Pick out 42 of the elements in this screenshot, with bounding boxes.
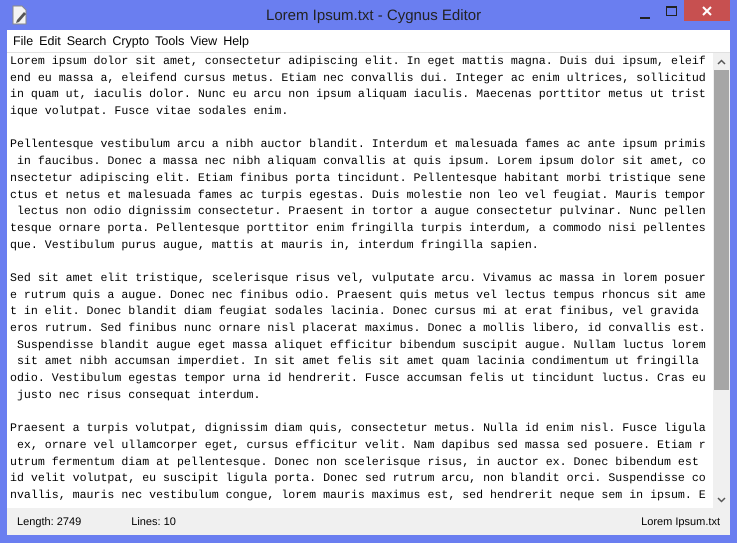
document-pen-icon[interactable]: [11, 5, 29, 25]
text-line: ex, ornare vel ullamcorper eget, cursus efficitur velit. Nam dapibus sed massa sed posuere. Etiam r: [16, 438, 707, 454]
file-name-status: Lorem Ipsum.txt: [641, 516, 720, 528]
text-line: sit amet nibh accumsan imperdiet. In sit amet felis sit amet quam lacinia condimentum ut fringilla: [16, 354, 700, 370]
text-line: Praesent a turpis volutpat, dignissim diam quis, consectetur metus. Nulla id enim nisl. Fusce ligula: [10, 421, 707, 438]
text-line: ique volutpat. Fusce vitae sodales enim.: [10, 104, 290, 120]
menu-item[interactable]: Edit: [36, 34, 64, 48]
menu-item[interactable]: Crypto: [109, 34, 152, 48]
text-line: tesque ornare porta. Pellentesque porttitor enim fringilla turpis interdum, a commodo nisi pellentes: [10, 220, 707, 237]
text-line: justo nec risus consequat interdum.: [16, 388, 262, 404]
text-line: nsectetur adipiscing elit. Etiam finibus porta tincidunt. Pellentesque habitant morbi tristique sene: [10, 170, 707, 187]
lines-status: Lines: 10: [131, 516, 176, 528]
window-title: Lorem Ipsum.txt - Cygnus Editor: [266, 6, 482, 24]
text-line: Suspendisse blandit augue eget massa aliquet efficitur bibendum suscipit augue. Nullam luctus lorem: [16, 338, 707, 354]
text-line: t in elit. Donec blandit diam feugiat sodales lacinia. Donec cursus mi at erat finibus, vel gravida: [10, 304, 700, 320]
text-line: utrum fermentum diam at pellentesque. Donec non scelerisque risus, in auctor ex. Donec bibendum est: [10, 454, 700, 470]
text-line: e rutrum quis a augue. Donec nec finibus odio. Praesent quis metus vel lectus tempus rhoncus sit ame: [10, 288, 707, 304]
text-line: eros rutrum. Sed finibus nunc ornare nisl placerat maximus. Donec a mollis libero, id convallis est.: [10, 321, 707, 337]
text-line: nvallis, mauris nec vestibulum congue, lorem mauris maximus est, sed hendrerit neque sem in ipsum. E: [10, 488, 707, 504]
text-line: Sed sit amet elit tristique, scelerisque risus vel, vulputate arcu. Vivamus ac massa in lorem posuer: [10, 270, 707, 287]
text-line: ctus et netus et malesuada fames ac turpis egestas. Duis molestie non leo vel feugiat. Mauris tempor: [10, 188, 707, 204]
maximize-icon: [666, 6, 676, 16]
menu-item[interactable]: File: [10, 34, 36, 48]
text-line: in quam ut, iaculis dolor. Nunc eu arcu non ipsum aliquam iaculis. Maecenas porttitor metus ut trist: [10, 87, 707, 104]
menu-item[interactable]: Help: [220, 34, 252, 48]
text-line: lectus non odio dignissim consectetur. Praesent in tortor a augue consectetur pulvinar. Nunc pellen: [16, 204, 707, 220]
menu-item[interactable]: View: [187, 34, 220, 48]
text-line: Lorem ipsum dolor sit amet, consectetur adipiscing elit. In eget mattis magna. Duis dui ipsum, eleif: [10, 54, 707, 70]
text-line: odio. Vestibulum egestas tempor urna id hendrerit. Fusce accumsan felis ut tincidunt luctus. Cras eu: [10, 371, 707, 388]
text-line: in faucibus. Donec a massa nec nibh aliquam convallis at quis ipsum. Lorem ipsum dolor sit amet, co: [16, 154, 707, 170]
length-status: Length: 2749: [17, 516, 82, 528]
text-line: end eu massa a, eleifend cursus metus. Etiam nec convallis dui. Integer ac enim ultrices, sollicitud: [10, 70, 707, 87]
text-line: id velit volutpat, eu suscipit ligula porta. Donec sed rutrum arcu, non blandit orci. Suspendisse co: [10, 471, 707, 488]
close-button[interactable]: [684, 0, 730, 21]
text-line: que. Vestibulum purus augue, mattis at mauris in, interdum fringilla sapien.: [10, 238, 540, 254]
text-line: Pellentesque vestibulum arcu a nibh auctor blandit. Interdum et malesuada fames ac ante ipsum primis: [10, 137, 707, 154]
close-icon: [702, 6, 712, 16]
scrollbar-thumb[interactable]: [714, 70, 729, 390]
minimize-icon: [640, 16, 650, 18]
menu-item[interactable]: Tools: [152, 34, 188, 48]
vertical-scrollbar[interactable]: [713, 53, 730, 508]
menu-item[interactable]: Search: [64, 34, 110, 48]
